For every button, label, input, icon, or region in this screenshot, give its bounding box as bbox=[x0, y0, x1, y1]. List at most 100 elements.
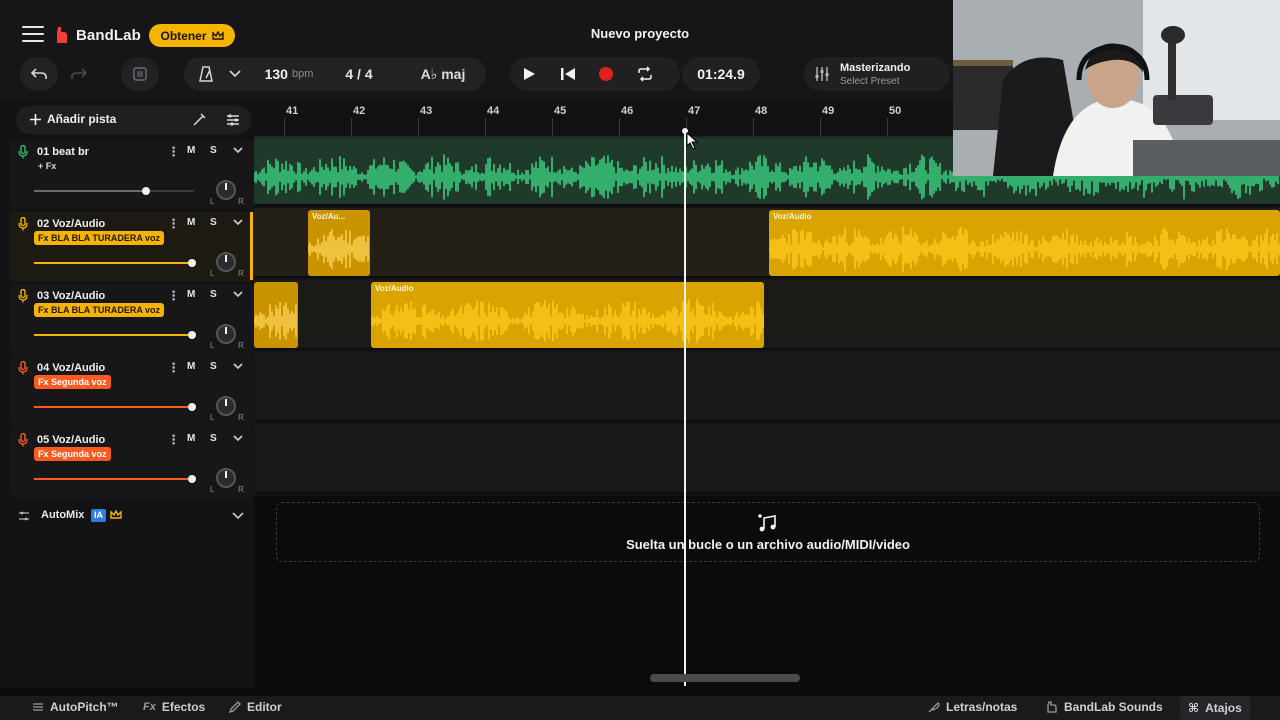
play-icon[interactable] bbox=[522, 67, 536, 81]
chevron-down-icon[interactable] bbox=[232, 432, 244, 444]
chevron-down-icon[interactable] bbox=[232, 216, 244, 228]
pan-left-label: L bbox=[210, 485, 215, 494]
track-lanes[interactable]: Voz/Au... Voz/Audio Voz/Audio bbox=[254, 136, 1280, 496]
track-name[interactable]: 02 Voz/Audio bbox=[37, 218, 105, 230]
add-track-button[interactable]: Añadir pista bbox=[16, 106, 252, 134]
bar-tick bbox=[753, 118, 754, 136]
record-icon[interactable] bbox=[598, 66, 614, 82]
track-name[interactable]: 04 Voz/Audio bbox=[37, 362, 105, 374]
volume-slider[interactable] bbox=[34, 187, 194, 195]
snap-button[interactable] bbox=[121, 57, 159, 91]
solo-button[interactable]: S bbox=[210, 217, 217, 228]
volume-knob[interactable] bbox=[188, 331, 197, 339]
pan-knob[interactable] bbox=[216, 180, 236, 200]
pan-left-label: L bbox=[210, 413, 215, 422]
volume-slider[interactable] bbox=[34, 475, 197, 483]
pan-knob[interactable] bbox=[216, 468, 236, 488]
sounds-label: BandLab Sounds bbox=[1064, 700, 1163, 714]
project-title[interactable]: Nuevo proyecto bbox=[540, 26, 740, 41]
automix-row[interactable]: AutoMix IA bbox=[10, 504, 254, 530]
crown-icon bbox=[211, 30, 224, 40]
skip-back-icon[interactable] bbox=[560, 67, 576, 81]
track-options-icon[interactable]: ⋮ bbox=[167, 216, 180, 232]
mixer-icon bbox=[19, 511, 29, 521]
track-fx-chip[interactable]: Fx Segunda voz bbox=[34, 447, 111, 461]
bar-number: 47 bbox=[688, 105, 701, 117]
atajos-button[interactable]: ⌘ Atajos bbox=[1180, 696, 1250, 720]
mute-button[interactable]: M bbox=[187, 361, 195, 372]
track-fx-chip[interactable]: Fx BLA BLA TURADERA voz bbox=[34, 303, 164, 317]
mic-icon bbox=[18, 433, 28, 447]
chevron-down-icon[interactable] bbox=[232, 288, 244, 300]
track-options-icon[interactable]: ⋮ bbox=[167, 360, 180, 376]
undo-button[interactable] bbox=[20, 57, 58, 91]
track-header-4[interactable]: 04 Voz/Audio Fx Segunda voz ⋮ M S L R bbox=[10, 356, 254, 426]
track-options-icon[interactable]: ⋮ bbox=[167, 144, 180, 160]
track-fx-chip[interactable]: Fx BLA BLA TURADERA voz bbox=[34, 231, 164, 245]
audio-clip[interactable]: Voz/Audio bbox=[371, 282, 764, 348]
redo-button[interactable] bbox=[60, 57, 98, 91]
track-name[interactable]: 03 Voz/Audio bbox=[37, 290, 105, 302]
pan-left-label: L bbox=[210, 341, 215, 350]
time-signature-field[interactable]: 4 / 4 bbox=[334, 57, 384, 91]
snap-icon bbox=[133, 67, 147, 81]
bandlab-sounds-button[interactable]: BandLab Sounds bbox=[1046, 700, 1163, 714]
track-options-icon[interactable]: ⋮ bbox=[167, 288, 180, 304]
mute-button[interactable]: M bbox=[187, 433, 195, 444]
chevron-down-icon[interactable] bbox=[232, 144, 244, 156]
track-header-3[interactable]: 03 Voz/Audio Fx BLA BLA TURADERA voz ⋮ M S L R bbox=[10, 284, 254, 354]
audio-clip[interactable]: Voz/Au... bbox=[308, 210, 370, 276]
track-lane-5[interactable] bbox=[254, 424, 1280, 494]
volume-knob[interactable] bbox=[188, 403, 197, 411]
solo-button[interactable]: S bbox=[210, 433, 217, 444]
volume-slider[interactable] bbox=[34, 403, 197, 411]
mute-button[interactable]: M bbox=[187, 145, 195, 156]
track-name[interactable]: 01 beat br bbox=[37, 146, 89, 158]
mute-button[interactable]: M bbox=[187, 217, 195, 228]
track-header-1[interactable]: 01 beat br + Fx ⋮ M S L R bbox=[10, 140, 254, 210]
atajos-label: Atajos bbox=[1205, 701, 1242, 715]
metronome-menu-button[interactable] bbox=[224, 57, 246, 91]
obtener-button[interactable]: Obtener bbox=[149, 24, 235, 47]
metronome-button[interactable] bbox=[190, 57, 222, 91]
key-button[interactable]: A♭ maj bbox=[400, 57, 486, 91]
bandlab-logo[interactable]: BandLab bbox=[54, 24, 141, 46]
webcam-image bbox=[953, 0, 1280, 176]
efectos-button[interactable]: Fx Efectos bbox=[143, 700, 205, 714]
volume-slider[interactable] bbox=[34, 259, 197, 267]
chevron-down-icon[interactable] bbox=[232, 512, 244, 520]
track-name[interactable]: 05 Voz/Audio bbox=[37, 434, 105, 446]
track-options-icon[interactable]: ⋮ bbox=[167, 432, 180, 448]
chevron-down-icon[interactable] bbox=[232, 360, 244, 372]
tempo-field[interactable]: 130 bpm bbox=[256, 57, 322, 91]
track-fx-chip[interactable]: Fx Segunda voz bbox=[34, 375, 111, 389]
mastering-button[interactable]: Masterizando Select Preset bbox=[804, 57, 950, 91]
track-header-5[interactable]: 05 Voz/Audio Fx Segunda voz ⋮ M S L R bbox=[10, 428, 254, 498]
mixer-icon[interactable] bbox=[226, 113, 240, 127]
volume-knob[interactable] bbox=[188, 475, 197, 483]
volume-knob[interactable] bbox=[142, 187, 150, 195]
wand-icon[interactable] bbox=[192, 113, 206, 127]
audio-clip[interactable]: Voz/Audio bbox=[769, 210, 1280, 276]
solo-button[interactable]: S bbox=[210, 361, 217, 372]
solo-button[interactable]: S bbox=[210, 145, 217, 156]
track-header-2[interactable]: 02 Voz/Audio Fx BLA BLA TURADERA voz ⋮ M S L R bbox=[10, 212, 254, 282]
pan-knob[interactable] bbox=[216, 396, 236, 416]
volume-knob[interactable] bbox=[188, 259, 197, 267]
letras-button[interactable]: Letras/notas bbox=[928, 700, 1017, 714]
editor-button[interactable]: Editor bbox=[229, 700, 282, 714]
pan-knob[interactable] bbox=[216, 324, 236, 344]
horizontal-scrollbar[interactable] bbox=[650, 674, 800, 682]
track-fx-chip[interactable]: + Fx bbox=[34, 159, 60, 173]
volume-slider[interactable] bbox=[34, 331, 197, 339]
playhead[interactable] bbox=[684, 130, 686, 686]
pan-knob[interactable] bbox=[216, 252, 236, 272]
audio-clip[interactable] bbox=[254, 282, 298, 348]
mute-button[interactable]: M bbox=[187, 289, 195, 300]
track-lane-4[interactable] bbox=[254, 352, 1280, 422]
loop-icon[interactable] bbox=[637, 66, 653, 82]
menu-icon[interactable] bbox=[22, 26, 44, 44]
time-display: 01:24.9 bbox=[682, 57, 760, 91]
solo-button[interactable]: S bbox=[210, 289, 217, 300]
autopitch-button[interactable]: AutoPitch™ bbox=[32, 700, 119, 714]
